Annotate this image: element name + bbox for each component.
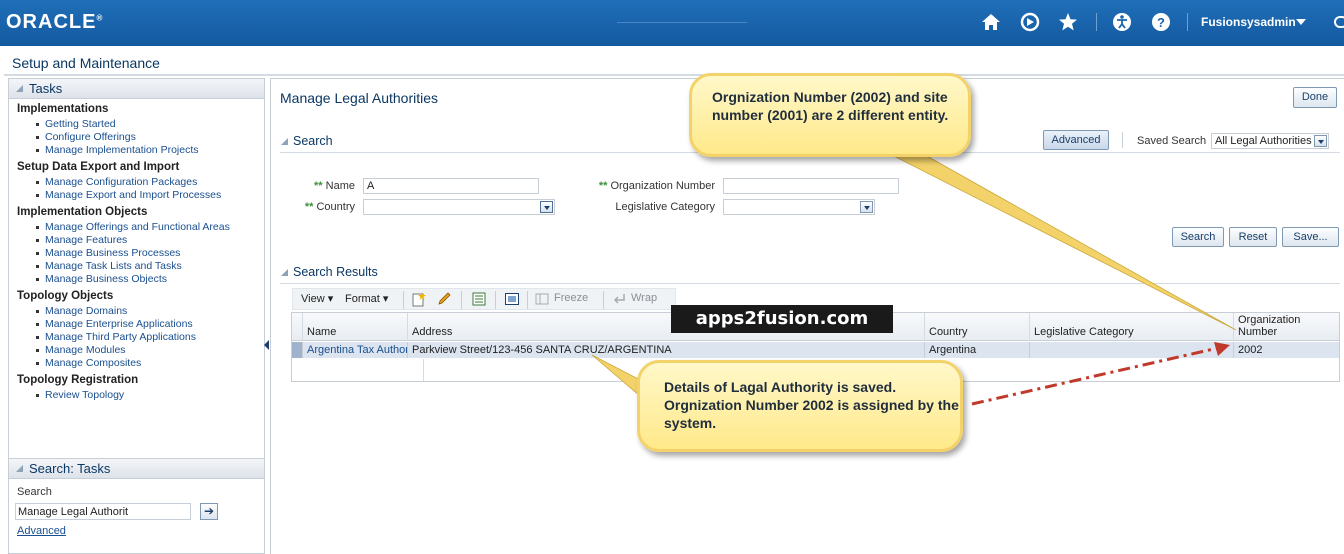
callout-top-text: Orgnization Number (2002) and site numbe… <box>712 89 949 123</box>
callout-pointer-top <box>881 141 1237 331</box>
arrowhead-icon <box>1214 342 1230 356</box>
dashed-arrow <box>971 346 1219 406</box>
annotation-arrows <box>591 141 1237 406</box>
callout-legal-authority-saved: Details of Lagal Authority is saved. Org… <box>637 360 963 452</box>
callout-organization-number: Orgnization Number (2002) and site numbe… <box>689 73 971 157</box>
callout-bottom-text: Details of Lagal Authority is saved. Org… <box>664 379 959 431</box>
